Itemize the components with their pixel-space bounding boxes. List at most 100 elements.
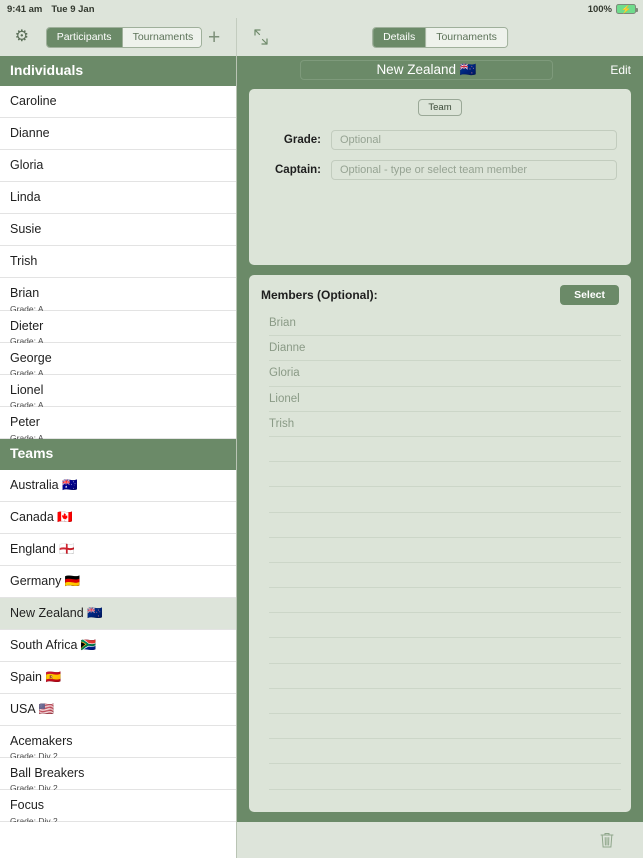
member-row-empty (269, 664, 621, 689)
status-bar: 9:41 am Tue 9 Jan 100% ⚡ (0, 0, 643, 18)
list-item-title: Linda (10, 190, 41, 205)
sidebar-toolbar: ⚙ Participants Tournaments + (0, 18, 237, 56)
member-row-empty (269, 613, 621, 639)
member-row-empty (269, 538, 621, 563)
member-row[interactable]: Gloria (269, 361, 621, 387)
sidebar-list-item[interactable]: USA 🇺🇸 (0, 693, 236, 726)
list-item-title: Dianne (10, 126, 50, 141)
sidebar-list-item[interactable]: Trish (0, 246, 236, 279)
grade-field-row: Grade: Optional (263, 130, 617, 150)
team-name-input[interactable]: New Zealand 🇳🇿 (300, 60, 553, 80)
team-info-card: Team Grade: Optional Captain: Optional -… (249, 89, 631, 265)
sidebar-bottom-filler (0, 822, 237, 858)
member-row-empty (269, 764, 621, 790)
plus-icon: + (208, 25, 221, 49)
list-item-title: Focus (10, 797, 45, 812)
list-item-title: Germany 🇩🇪 (10, 573, 81, 588)
main-body: Individuals Caroline Dianne Gloria Linda Susi… (0, 56, 643, 822)
member-row[interactable]: Trish (269, 412, 621, 437)
details-tournaments-segmented-control[interactable]: Details Tournaments (372, 26, 508, 48)
member-row[interactable]: Dianne (269, 336, 621, 362)
sidebar-list-item[interactable]: Caroline (0, 86, 236, 119)
detail-bottom-spacer (237, 812, 643, 822)
member-row-empty (269, 739, 621, 765)
sidebar-list-item[interactable]: New Zealand 🇳🇿 (0, 597, 236, 630)
sidebar-list-item[interactable]: Germany 🇩🇪 (0, 565, 236, 598)
sidebar-list[interactable]: Individuals Caroline Dianne Gloria Linda Susi… (0, 56, 237, 822)
edit-button[interactable]: Edit (610, 63, 631, 77)
list-item-title: USA 🇺🇸 (10, 701, 55, 716)
segment-participants[interactable]: Participants (46, 27, 122, 47)
sidebar-list-item[interactable]: Dieter Grade: A (0, 310, 236, 346)
bottom-bar-row (0, 822, 643, 858)
trash-icon (600, 833, 614, 848)
battery-charging-icon: ⚡ (616, 4, 638, 14)
collapse-diagonal-arrows-icon (254, 29, 268, 45)
segment-tournaments-detail[interactable]: Tournaments (425, 27, 507, 47)
member-row-empty (269, 563, 621, 589)
battery-percent-label: 100% (587, 3, 612, 15)
sidebar-list-item[interactable]: Canada 🇨🇦 (0, 501, 236, 534)
select-members-button[interactable]: Select (560, 285, 619, 305)
segment-details[interactable]: Details (373, 27, 426, 47)
detail-toolbar: Details Tournaments (237, 18, 643, 56)
sidebar-list-item[interactable]: George Grade: A (0, 342, 236, 378)
list-item-title: Brian (10, 286, 40, 301)
list-item-title: Gloria (10, 158, 44, 173)
add-button[interactable]: + (202, 25, 226, 49)
list-item-title: Lionel (10, 382, 44, 397)
sidebar-list-item[interactable]: South Africa 🇿🇦 (0, 629, 236, 662)
list-item-title: England 🏴󠁧󠁢󠁥󠁮󠁧󠁿 (10, 541, 75, 556)
sidebar-list-item[interactable]: Gloria (0, 150, 236, 183)
member-row-empty (269, 462, 621, 488)
captain-input[interactable]: Optional - type or select team member (331, 160, 617, 180)
sidebar-list-item[interactable]: Peter Grade: A (0, 407, 236, 443)
detail-panel: New Zealand 🇳🇿 Edit Team Grade: Optional… (237, 56, 643, 822)
participants-tournaments-segmented-control[interactable]: Participants Tournaments (45, 26, 203, 48)
delete-button[interactable] (595, 828, 619, 852)
list-item-title: Spain 🇪🇸 (10, 669, 62, 684)
sidebar-list-item[interactable]: Australia 🇦🇺 (0, 469, 236, 502)
list-item-title: Peter (10, 415, 40, 430)
list-item-title: Dieter (10, 318, 44, 333)
captain-label: Captain: (275, 164, 321, 176)
member-row-empty (269, 487, 621, 513)
member-row-empty (269, 714, 621, 740)
sidebar-list-item[interactable]: Lionel Grade: A (0, 374, 236, 410)
collapse-sidebar-button[interactable] (249, 25, 273, 49)
member-row-empty (269, 513, 621, 538)
list-item-title: Caroline (10, 94, 57, 109)
detail-bottom-bar (237, 822, 643, 858)
sidebar-list-item[interactable]: Dianne (0, 118, 236, 151)
sidebar-section-header: Teams (0, 439, 236, 470)
sidebar-list-item[interactable]: Susie (0, 214, 236, 247)
members-header: Members (Optional): Select (259, 285, 621, 311)
team-type-badge-row: Team (263, 99, 617, 116)
grade-input[interactable]: Optional (331, 130, 617, 150)
members-list[interactable]: Brian Dianne Gloria Lionel Trish (259, 311, 621, 812)
list-item-title: Australia 🇦🇺 (10, 477, 78, 492)
team-type-badge[interactable]: Team (418, 99, 462, 116)
settings-button[interactable]: ⚙ (10, 25, 34, 49)
member-row-empty (269, 437, 621, 463)
list-item-title: Susie (10, 222, 42, 237)
sidebar-list-item[interactable]: Spain 🇪🇸 (0, 661, 236, 694)
sidebar-list-item[interactable]: Focus Grade: Div 2 (0, 789, 236, 822)
captain-field-row: Captain: Optional - type or select team … (263, 160, 617, 180)
sidebar-list-item[interactable]: England 🏴󠁧󠁢󠁥󠁮󠁧󠁿 (0, 533, 236, 566)
list-item-title: New Zealand 🇳🇿 (10, 605, 103, 620)
sidebar-list-item[interactable]: Acemakers Grade: Div 2 (0, 725, 236, 761)
member-row[interactable]: Lionel (269, 387, 621, 412)
sidebar-list-item[interactable]: Linda (0, 182, 236, 215)
detail-header: New Zealand 🇳🇿 Edit (237, 56, 643, 84)
list-item-title: Canada 🇨🇦 (10, 509, 73, 524)
sidebar-list-item[interactable]: Brian Grade: A (0, 278, 236, 314)
member-row-empty (269, 638, 621, 664)
sidebar-list-item[interactable]: Ball Breakers Grade: Div 2 (0, 757, 236, 793)
list-item-title: Ball Breakers (10, 765, 85, 780)
member-row[interactable]: Brian (269, 311, 621, 337)
gear-icon: ⚙ (14, 28, 30, 45)
member-row-empty (269, 689, 621, 714)
list-item-title: Acemakers (10, 733, 73, 748)
segment-tournaments[interactable]: Tournaments (121, 27, 202, 47)
